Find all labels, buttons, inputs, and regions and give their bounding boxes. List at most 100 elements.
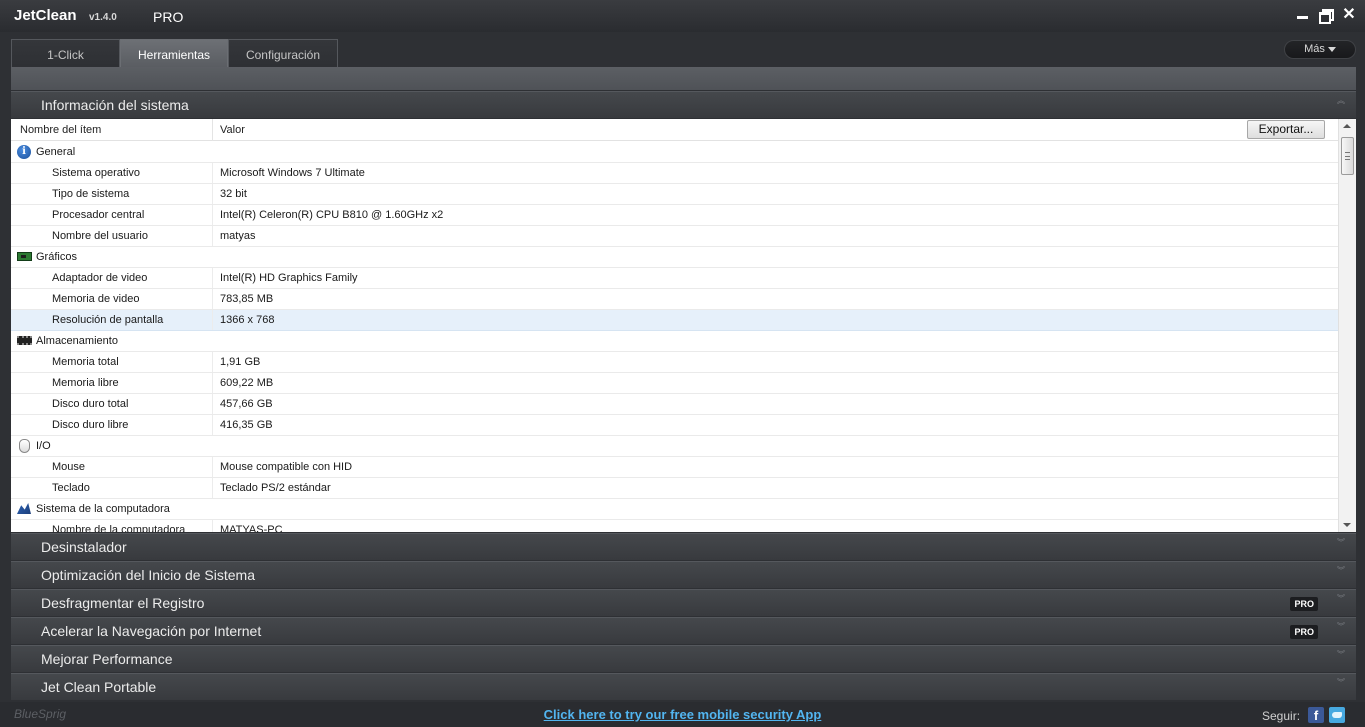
group-label: General [36, 146, 76, 158]
item-value: 1,91 GB [220, 356, 261, 368]
cell-divider [212, 268, 213, 288]
table-row[interactable]: Nombre del usuario matyas [11, 226, 1338, 247]
scroll-up-icon[interactable] [1343, 124, 1351, 128]
tab-1-click[interactable]: 1-Click [11, 39, 120, 67]
tab-configuracion[interactable]: Configuración [228, 39, 338, 67]
item-name: Memoria de video [52, 293, 140, 305]
facebook-icon[interactable]: f [1308, 707, 1324, 723]
table-row[interactable]: Teclado Teclado PS/2 estándar [11, 478, 1338, 499]
table-row[interactable]: Disco duro libre 416,35 GB [11, 415, 1338, 436]
more-menu-label: Más [1304, 43, 1325, 55]
section-header[interactable]: Desfragmentar el Registro PRO ︾ [11, 589, 1356, 616]
item-value: 609,22 MB [220, 377, 274, 389]
item-name: Mouse [52, 461, 86, 473]
chevron-down-icon[interactable]: ︾ [1336, 567, 1346, 580]
table-row[interactable]: Memoria libre 609,22 MB [11, 373, 1338, 394]
jetclean-window: JetClean v1.4.0 PRO ✕ 1-Click Herramient… [0, 0, 1365, 727]
column-header-value: Valor [220, 124, 245, 136]
scroll-down-icon[interactable] [1343, 523, 1351, 527]
column-header-name: Nombre del ítem [20, 124, 102, 136]
cell-divider [212, 520, 213, 532]
export-button[interactable]: Exportar... [1247, 120, 1325, 139]
item-name: Resolución de pantalla [52, 314, 164, 326]
chevron-down-icon[interactable]: ︾ [1336, 595, 1346, 608]
grip-icon [1345, 152, 1350, 160]
table-row[interactable]: Memoria de video 783,85 MB [11, 289, 1338, 310]
chevron-down-icon[interactable]: ︾ [1336, 679, 1346, 692]
item-value: 783,85 MB [220, 293, 274, 305]
follow-label: Seguir: [1262, 709, 1301, 723]
group-row[interactable]: Sistema de la computadora [11, 499, 1338, 520]
chevron-down-icon [1327, 46, 1336, 52]
table-row[interactable]: Sistema operativo Microsoft Windows 7 Ult… [11, 163, 1338, 184]
app-version: v1.4.0 [89, 12, 117, 23]
section-header[interactable]: Jet Clean Portable ︾ [11, 673, 1356, 700]
cell-divider [212, 163, 213, 183]
item-value: 1366 x 768 [220, 314, 275, 326]
chevron-down-icon[interactable]: ︾ [1336, 623, 1346, 636]
item-name: Memoria libre [52, 377, 119, 389]
cell-divider [212, 373, 213, 393]
title-bar[interactable]: JetClean v1.4.0 PRO ✕ [0, 0, 1365, 32]
group-row[interactable]: I/O [11, 436, 1338, 457]
more-menu-button[interactable]: Más [1284, 40, 1356, 59]
section-header[interactable]: Optimización del Inicio de Sistema ︾ [11, 561, 1356, 588]
table-row[interactable]: Memoria total 1,91 GB [11, 352, 1338, 373]
item-name: Procesador central [52, 209, 145, 221]
cell-divider [212, 457, 213, 477]
item-value: 32 bit [220, 188, 247, 200]
mobile-app-promo-link[interactable]: Click here to try our free mobile securi… [0, 707, 1365, 722]
toolbar-strip [11, 67, 1356, 90]
table-row[interactable]: Mouse Mouse compatible con HID [11, 457, 1338, 478]
item-value: matyas [220, 230, 256, 242]
item-name: Memoria total [52, 356, 119, 368]
table-row[interactable]: Procesador central Intel(R) Celeron(R) CP… [11, 205, 1338, 226]
table-row[interactable]: Tipo de sistema 32 bit [11, 184, 1338, 205]
section-header[interactable]: Desinstalador ︾ [11, 533, 1356, 560]
group-label: Almacenamiento [36, 335, 118, 347]
close-icon[interactable]: ✕ [1342, 7, 1356, 23]
twitter-icon[interactable] [1329, 707, 1345, 723]
section-header[interactable]: Mejorar Performance ︾ [11, 645, 1356, 672]
item-name: Sistema operativo [52, 167, 141, 179]
cell-divider [212, 226, 213, 246]
item-value: Intel(R) HD Graphics Family [220, 272, 358, 284]
table-row[interactable]: Adaptador de video Intel(R) HD Graphics F… [11, 268, 1338, 289]
column-divider[interactable] [212, 119, 213, 141]
table-row[interactable]: Disco duro total 457,66 GB [11, 394, 1338, 415]
section-title: Optimización del Inicio de Sistema [41, 567, 255, 583]
item-name: Nombre de la computadora [52, 524, 186, 532]
item-name: Nombre del usuario [52, 230, 148, 242]
group-row[interactable]: i General [11, 142, 1338, 163]
item-value: Microsoft Windows 7 Ultimate [220, 167, 365, 179]
chevron-down-icon[interactable]: ︾ [1336, 651, 1346, 664]
cell-divider [212, 310, 213, 330]
chevron-up-icon[interactable]: ︽ [1336, 97, 1346, 110]
section-header[interactable]: Acelerar la Navegación por Internet PRO ︾ [11, 617, 1356, 644]
cell-divider [212, 289, 213, 309]
info-icon: i [17, 145, 31, 159]
item-name: Disco duro total [52, 398, 129, 410]
footer: BlueSprig Click here to try our free mob… [0, 702, 1365, 727]
cell-divider [212, 205, 213, 225]
group-row[interactable]: Almacenamiento [11, 331, 1338, 352]
group-row[interactable]: Gráficos [11, 247, 1338, 268]
edition-label: PRO [153, 9, 184, 25]
scrollbar-thumb[interactable] [1341, 137, 1354, 175]
computer-icon [17, 503, 31, 514]
pro-badge: PRO [1290, 597, 1318, 611]
vertical-scrollbar[interactable] [1338, 119, 1356, 532]
section-header-system-info[interactable]: Información del sistema ︽ [11, 91, 1356, 118]
chevron-down-icon[interactable]: ︾ [1336, 539, 1346, 552]
tab-herramientas[interactable]: Herramientas [120, 39, 228, 67]
table-row[interactable]: Nombre de la computadora MATYAS-PC [11, 520, 1338, 532]
group-label: Gráficos [36, 251, 77, 263]
minimize-icon[interactable] [1296, 8, 1310, 22]
item-name: Tipo de sistema [52, 188, 130, 200]
cell-divider [212, 478, 213, 498]
app-name: JetClean [14, 7, 77, 24]
graphics-card-icon [17, 252, 32, 261]
maximize-icon[interactable] [1318, 8, 1334, 24]
table-row[interactable]: Resolución de pantalla 1366 x 768 [11, 310, 1338, 331]
group-label: I/O [36, 440, 51, 452]
